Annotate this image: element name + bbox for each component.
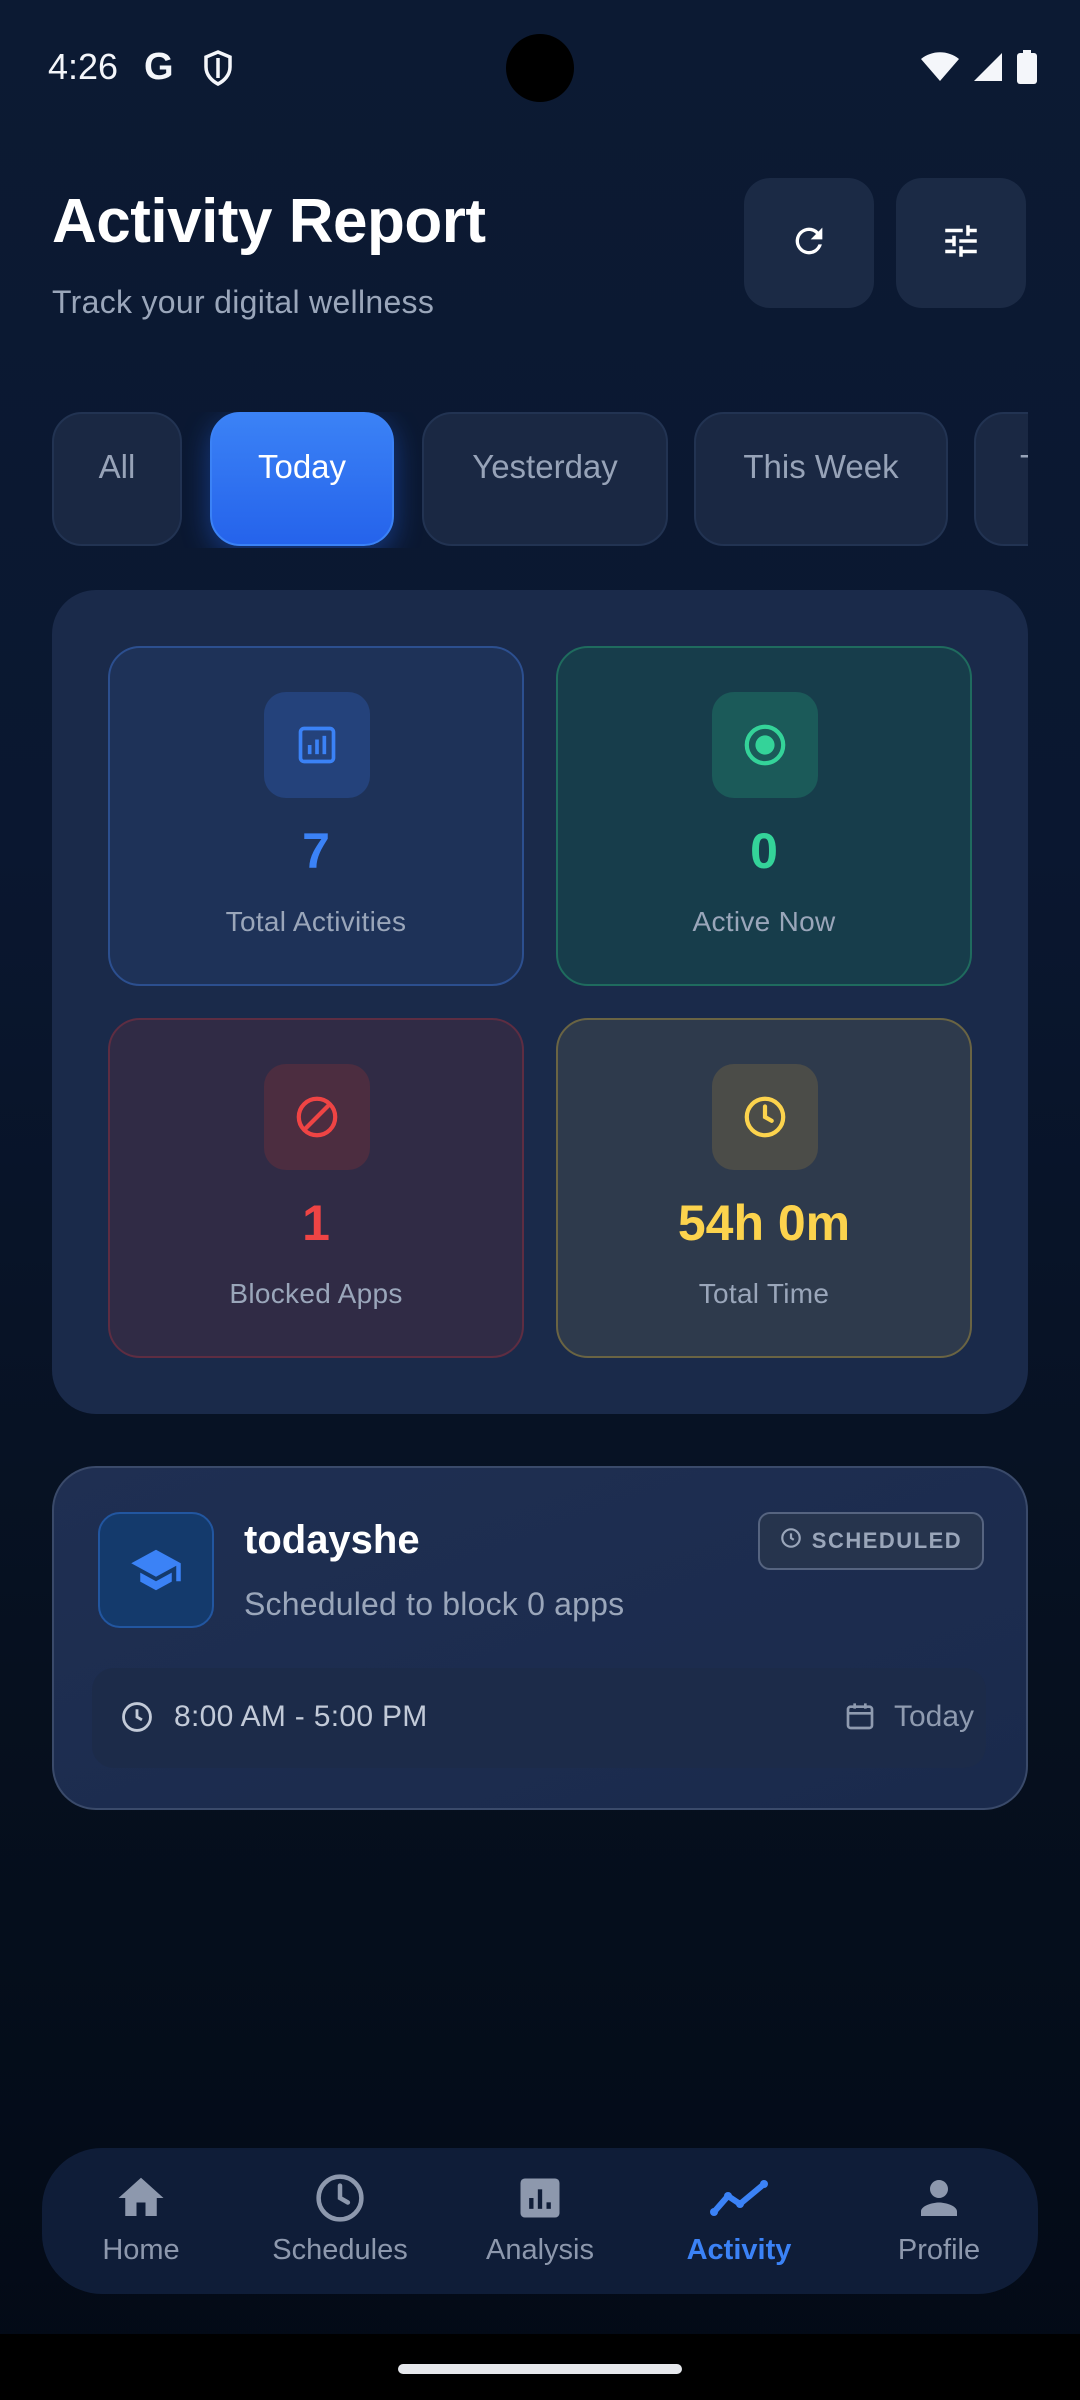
schedule-title: todayshe xyxy=(244,1518,420,1562)
schedule-subtitle: Scheduled to block 0 apps xyxy=(244,1586,625,1622)
bottom-navigation: Home Schedules Analysis Activity Profile xyxy=(42,2148,1038,2294)
page-title: Activity Report xyxy=(52,187,486,256)
home-indicator[interactable] xyxy=(398,2364,682,2374)
tab-partial[interactable]: T xyxy=(974,412,1028,546)
stat-card-active-now[interactable]: 0 Active Now xyxy=(556,646,972,986)
schedule-card[interactable]: todayshe Scheduled to block 0 apps SCHED… xyxy=(52,1466,1028,1810)
battery-icon xyxy=(1016,50,1038,89)
trending-icon xyxy=(710,2170,768,2226)
nav-item-activity[interactable]: Activity xyxy=(649,2148,829,2294)
tab-label: This Week xyxy=(743,448,899,485)
date-filter-tabs: All Today Yesterday This Week T xyxy=(52,412,1028,548)
status-bar: 4:26 G xyxy=(0,0,1080,136)
schedule-time-range: 8:00 AM - 5:00 PM xyxy=(174,1700,428,1733)
signal-icon xyxy=(972,51,1004,88)
stat-label: Total Activities xyxy=(225,906,407,937)
analytics-icon xyxy=(514,2170,566,2226)
stat-value: 1 xyxy=(302,1195,330,1251)
tab-today[interactable]: Today xyxy=(210,412,394,546)
stat-value: 54h 0m xyxy=(677,1195,851,1251)
stat-value: 7 xyxy=(302,823,330,879)
status-badge-label: SCHEDULED xyxy=(811,1528,963,1553)
page-subtitle: Track your digital wellness xyxy=(52,284,435,320)
nav-label: Activity xyxy=(686,2234,792,2266)
nav-label: Analysis xyxy=(486,2234,594,2266)
stat-label: Active Now xyxy=(692,906,836,937)
stat-card-total-activities[interactable]: 7 Total Activities xyxy=(108,646,524,986)
status-badge: SCHEDULED xyxy=(758,1512,984,1570)
tune-icon xyxy=(940,220,982,267)
stat-card-blocked-apps[interactable]: 1 Blocked Apps xyxy=(108,1018,524,1358)
schedule-details: 8:00 AM - 5:00 PM Today xyxy=(92,1668,986,1768)
person-icon xyxy=(912,2170,966,2226)
tab-all[interactable]: All xyxy=(52,412,182,546)
refresh-icon xyxy=(789,221,829,266)
bar-chart-icon xyxy=(264,692,370,798)
stat-value: 0 xyxy=(750,823,778,879)
tab-yesterday[interactable]: Yesterday xyxy=(422,412,668,546)
calendar-icon xyxy=(844,1700,876,1737)
graduation-cap-icon xyxy=(98,1512,214,1628)
status-time: 4:26 xyxy=(48,46,119,87)
block-icon xyxy=(264,1064,370,1170)
tab-label: All xyxy=(98,448,136,485)
activity-report-screen: 4:26 G Activity Report Track your digita… xyxy=(0,0,1080,2400)
status-indicators xyxy=(920,50,1038,89)
tab-label: Yesterday xyxy=(472,448,618,485)
schedule-day: Today xyxy=(894,1700,975,1733)
clock-icon xyxy=(780,1527,802,1555)
nav-item-home[interactable]: Home xyxy=(51,2148,231,2294)
refresh-button[interactable] xyxy=(744,178,874,308)
tab-label: T xyxy=(1020,448,1028,544)
clock-icon xyxy=(712,1064,818,1170)
stat-label: Total Time xyxy=(698,1278,830,1309)
stat-label: Blocked Apps xyxy=(229,1278,403,1309)
filter-settings-button[interactable] xyxy=(896,178,1026,308)
stat-card-total-time[interactable]: 54h 0m Total Time xyxy=(556,1018,972,1358)
nav-item-schedules[interactable]: Schedules xyxy=(250,2148,430,2294)
tab-this-week[interactable]: This Week xyxy=(694,412,948,546)
google-icon: G xyxy=(144,46,174,88)
wifi-icon xyxy=(920,51,960,88)
stats-panel: 7 Total Activities 0 Active Now 1 Blocke… xyxy=(52,590,1028,1414)
nav-item-analysis[interactable]: Analysis xyxy=(450,2148,630,2294)
home-icon xyxy=(114,2170,168,2226)
nav-item-profile[interactable]: Profile xyxy=(849,2148,1029,2294)
nav-label: Home xyxy=(102,2234,180,2266)
tab-label: Today xyxy=(257,448,347,485)
nav-label: Profile xyxy=(897,2234,981,2266)
shield-icon xyxy=(203,50,233,91)
clock-icon xyxy=(313,2170,367,2226)
clock-icon xyxy=(120,1700,154,1739)
camera-cutout xyxy=(506,34,574,102)
radio-dot-icon xyxy=(712,692,818,798)
nav-label: Schedules xyxy=(272,2234,408,2266)
